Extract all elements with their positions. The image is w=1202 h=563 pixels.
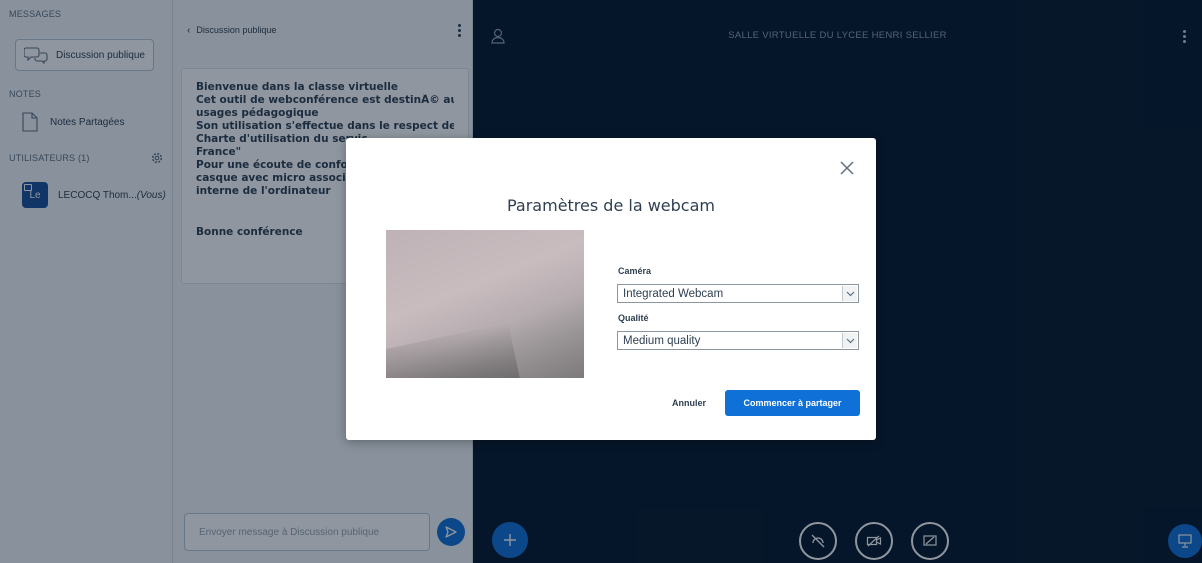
quality-select-value: Medium quality xyxy=(623,334,701,347)
webcam-preview xyxy=(386,230,584,378)
chevron-down-icon xyxy=(842,333,857,348)
cancel-button[interactable]: Annuler xyxy=(659,391,719,415)
close-icon[interactable] xyxy=(839,160,855,176)
quality-select[interactable]: Medium quality xyxy=(617,331,859,350)
quality-label: Qualité xyxy=(618,313,649,323)
chevron-down-icon xyxy=(842,286,857,301)
modal-title: Paramètres de la webcam xyxy=(506,196,715,215)
camera-select-value: Integrated Webcam xyxy=(623,287,724,300)
camera-label: Caméra xyxy=(618,266,652,276)
webcam-settings-modal: Paramètres de la webcam Caméra Integrate… xyxy=(346,138,876,440)
camera-select[interactable]: Integrated Webcam xyxy=(617,284,859,303)
start-sharing-button[interactable]: Commencer à partager xyxy=(725,390,860,416)
